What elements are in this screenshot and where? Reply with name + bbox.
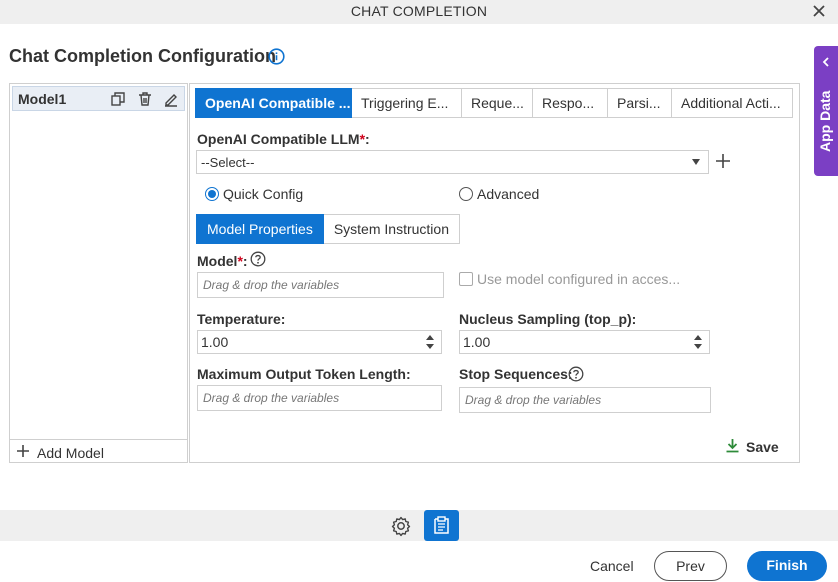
temperature-label: Temperature: (197, 311, 286, 327)
cancel-button[interactable]: Cancel (590, 558, 634, 574)
bottom-toolbar (0, 510, 838, 541)
help-icon[interactable] (250, 251, 266, 267)
download-icon (726, 439, 739, 453)
use-model-label: Use model configured in acces... (477, 271, 681, 287)
info-icon[interactable] (268, 48, 285, 65)
add-llm-plus-icon[interactable] (716, 154, 730, 168)
tab-response[interactable]: Respo... (533, 88, 608, 118)
add-model-label: Add Model (37, 445, 104, 461)
model-name: Model1 (18, 91, 67, 107)
edit-icon[interactable] (163, 91, 179, 107)
quick-config-radio[interactable] (205, 187, 219, 201)
top-p-label: Nucleus Sampling (top_p): (459, 311, 637, 327)
use-model-checkbox[interactable] (459, 272, 473, 286)
tab-openai-compatible[interactable]: OpenAI Compatible ... (195, 88, 352, 118)
finish-button[interactable]: Finish (747, 551, 827, 581)
trash-icon[interactable] (137, 91, 153, 107)
model-input[interactable]: Drag & drop the variables (197, 272, 444, 298)
page-title: Chat Completion Configuration (9, 46, 276, 66)
spinner-arrows-icon[interactable] (694, 334, 702, 350)
help-icon[interactable] (568, 366, 584, 382)
chevron-left-icon (822, 57, 829, 67)
gear-icon[interactable] (390, 515, 412, 537)
tab-request[interactable]: Reque... (462, 88, 533, 118)
app-data-tab[interactable]: App Data (814, 46, 838, 176)
spinner-arrows-icon[interactable] (426, 334, 434, 350)
tab-parsing[interactable]: Parsi... (608, 88, 672, 118)
model-list-panel: Model1 Add Model (9, 83, 188, 463)
copy-icon[interactable] (110, 91, 126, 107)
save-label: Save (746, 439, 779, 455)
save-button[interactable]: Save (725, 438, 785, 456)
stop-sequences-label: Stop Sequences: (459, 366, 573, 382)
advanced-radio[interactable] (459, 187, 473, 201)
tab-triggering-events[interactable]: Triggering E... (352, 88, 462, 118)
tab-system-instruction[interactable]: System Instruction (323, 214, 460, 244)
top-p-stepper[interactable]: 1.00 (459, 330, 710, 354)
close-icon[interactable] (810, 2, 828, 20)
model-subtabs: Model Properties System Instruction (196, 214, 460, 244)
plus-icon (17, 445, 29, 457)
app-data-label: App Data (817, 90, 833, 152)
document-icon (434, 516, 449, 534)
temperature-stepper[interactable]: 1.00 (197, 330, 442, 354)
tab-additional-actions[interactable]: Additional Acti... (672, 88, 793, 118)
config-panel: OpenAI Compatible ... Triggering E... Re… (189, 83, 800, 463)
dropdown-arrow-icon (692, 159, 700, 165)
list-item-model[interactable]: Model1 (12, 86, 185, 111)
advanced-label: Advanced (477, 186, 540, 202)
title-bar: CHAT COMPLETION (0, 0, 838, 24)
window-title: CHAT COMPLETION (350, 3, 488, 19)
document-button[interactable] (424, 510, 459, 541)
max-tokens-input[interactable]: Drag & drop the variables (197, 385, 442, 411)
quick-config-label: Quick Config (223, 186, 304, 202)
llm-select[interactable]: --Select-- (196, 150, 709, 174)
add-model-button[interactable]: Add Model (10, 439, 187, 463)
llm-label: OpenAI Compatible LLM*: (197, 131, 370, 147)
model-label: Model*: (197, 253, 248, 269)
stop-sequences-input[interactable]: Drag & drop the variables (459, 387, 711, 413)
config-tabs: OpenAI Compatible ... Triggering E... Re… (195, 88, 793, 118)
tab-model-properties[interactable]: Model Properties (196, 214, 324, 244)
max-tokens-label: Maximum Output Token Length: (197, 366, 411, 382)
prev-button[interactable]: Prev (654, 551, 727, 581)
